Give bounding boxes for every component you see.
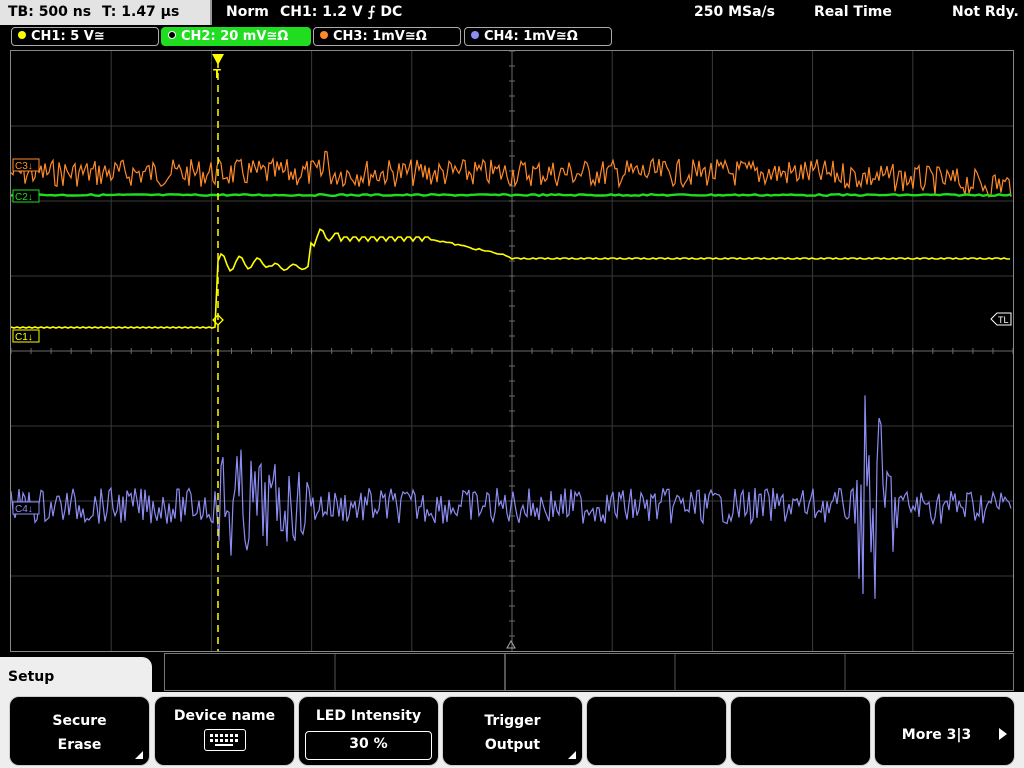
svg-text:T: T: [213, 66, 221, 81]
channel-1-offset-marker[interactable]: C1↓: [12, 329, 40, 343]
channel-4-label: CH4: 1mV≅Ω: [484, 29, 578, 44]
waveform-display[interactable]: T C3↓ C2↓ C1↓ C4↓ TL: [10, 50, 1014, 652]
svg-text:C3↓: C3↓: [15, 161, 33, 172]
channel-4-color-icon: [471, 31, 479, 39]
channel-3-tab[interactable]: CH3: 1mV≅Ω: [313, 27, 461, 46]
svg-text:C1↓: C1↓: [15, 332, 33, 343]
trigger-position-marker[interactable]: T: [212, 54, 224, 81]
svg-text:C2↓: C2↓: [15, 192, 33, 203]
trigger-level-marker[interactable]: TL: [990, 312, 1012, 326]
horizontal-zoom-strip[interactable]: [164, 653, 1014, 691]
channel-1-label: CH1: 5 V≅: [31, 29, 105, 44]
secure-erase-button[interactable]: Secure Erase: [9, 696, 150, 766]
status-bar: TB: 500 ns T: 1.47 µs Norm CH1: 1.2 V ⨍ …: [0, 0, 1024, 25]
more-label: More 3|3: [901, 727, 972, 743]
channel-2-trace: [11, 192, 1012, 198]
channel-1-tab[interactable]: CH1: 5 V≅: [11, 27, 159, 46]
channel-1-color-icon: [18, 31, 26, 39]
trigger-output-button[interactable]: Trigger Output: [442, 696, 583, 766]
menu-title-tab: Setup: [0, 657, 152, 697]
zoom-strip-grid: [334, 654, 846, 690]
arrow-right-icon: [999, 728, 1007, 740]
channel-3-offset-marker[interactable]: C3↓: [12, 158, 40, 172]
trigger-status-label: Not Rdy.: [952, 4, 1019, 20]
channel-1-trace: [11, 228, 1010, 329]
channel-4-offset-marker[interactable]: C4↓: [12, 501, 40, 515]
trigger-output-label-1: Trigger: [484, 713, 541, 729]
softkey-bar: Secure Erase Device name LED Intensity 3…: [0, 692, 1024, 768]
more-button[interactable]: More 3|3: [874, 696, 1015, 766]
channel-3-trace: [11, 150, 1012, 198]
submenu-indicator-icon: [568, 751, 576, 759]
led-intensity-button[interactable]: LED Intensity 30 %: [298, 696, 439, 766]
center-marker-icon: [506, 639, 516, 649]
device-name-label: Device name: [173, 708, 276, 724]
channel-2-color-icon: [168, 31, 176, 39]
acquisition-mode-label: Real Time: [814, 4, 892, 20]
channel-4-tab[interactable]: CH4: 1mV≅Ω: [464, 27, 612, 46]
trigger-mode-label[interactable]: Norm: [226, 4, 269, 20]
sample-rate-label: 250 MSa/s: [694, 4, 776, 20]
channel-2-offset-marker[interactable]: C2↓: [12, 189, 40, 203]
channel-3-color-icon: [320, 31, 328, 39]
submenu-indicator-icon: [135, 751, 143, 759]
channel-2-tab[interactable]: CH2: 20 mV≅Ω: [161, 27, 311, 46]
led-intensity-value: 30 %: [305, 731, 432, 760]
timebase-panel[interactable]: TB: 500 ns T: 1.47 µs: [0, 0, 212, 25]
channel-tabs: CH1: 5 V≅ CH2: 20 mV≅Ω CH3: 1mV≅Ω CH4: 1…: [0, 26, 1024, 48]
secure-erase-label-2: Erase: [57, 737, 102, 753]
empty-softkey-6[interactable]: [730, 696, 871, 766]
secure-erase-label-1: Secure: [52, 713, 107, 729]
trigger-time-label: T: 1.47 µs: [102, 4, 180, 20]
empty-softkey-5[interactable]: [586, 696, 727, 766]
trigger-level-label[interactable]: CH1: 1.2 V ⨍ DC: [280, 4, 402, 20]
channel-3-label: CH3: 1mV≅Ω: [333, 29, 427, 44]
device-name-button[interactable]: Device name: [154, 696, 295, 766]
keyboard-icon: [203, 729, 246, 751]
svg-text:TL: TL: [998, 315, 1009, 325]
trigger-output-label-2: Output: [484, 737, 541, 753]
channel-2-label: CH2: 20 mV≅Ω: [181, 29, 289, 44]
svg-text:C4↓: C4↓: [15, 504, 33, 515]
timebase-label: TB: 500 ns: [8, 4, 92, 20]
led-intensity-label: LED Intensity: [315, 708, 422, 724]
waveform-canvas: T C3↓ C2↓ C1↓ C4↓ TL: [11, 51, 1013, 651]
menu-title: Setup: [8, 669, 55, 685]
